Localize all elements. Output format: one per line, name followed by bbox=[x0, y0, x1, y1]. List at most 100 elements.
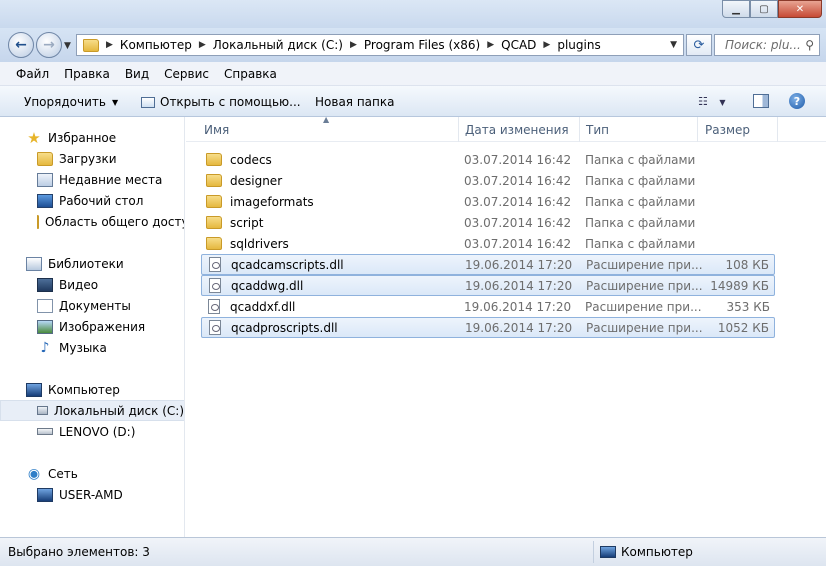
file-row[interactable]: qcadproscripts.dll 19.06.2014 17:20 Расшир… bbox=[201, 317, 775, 338]
breadcrumb-computer[interactable]: Компьютер bbox=[120, 38, 192, 52]
file-row[interactable]: qcadcamscripts.dll 19.06.2014 17:20 Расшир… bbox=[201, 254, 775, 275]
chevron-right-icon[interactable]: ▶ bbox=[487, 40, 494, 50]
nav-computer[interactable]: Компьютер bbox=[0, 379, 184, 400]
file-row[interactable]: sqldrivers 03.07.2014 16:42 Папка с файлам… bbox=[201, 233, 775, 254]
file-row[interactable]: designer 03.07.2014 16:42 Папка с файлами bbox=[201, 170, 775, 191]
file-type: Папка с файлами bbox=[585, 215, 696, 230]
open-with-button[interactable]: Открыть с помощью... bbox=[141, 95, 301, 109]
chevron-down-icon: ▼ bbox=[111, 97, 119, 107]
nav-downloads-label: Загрузки bbox=[59, 151, 117, 166]
nav-lenovo[interactable]: LENOVO (D:) bbox=[0, 421, 184, 442]
file-row[interactable]: codecs 03.07.2014 16:42 Папка с файлами bbox=[201, 149, 775, 170]
nav-music[interactable]: ♪ Музыка bbox=[0, 337, 184, 358]
close-button[interactable]: ✕ bbox=[778, 0, 822, 18]
nav-lenovo-label: LENOVO (D:) bbox=[59, 424, 136, 439]
computer-icon bbox=[26, 382, 42, 397]
organize-label: Упорядочить bbox=[24, 95, 106, 109]
column-date[interactable]: Дата изменения bbox=[465, 123, 569, 137]
folder-icon bbox=[206, 153, 222, 166]
star-icon: ★ bbox=[27, 128, 41, 147]
hard-drive-icon bbox=[37, 406, 48, 415]
nav-network-label: Сеть bbox=[48, 466, 78, 481]
file-date: 03.07.2014 16:42 bbox=[464, 173, 572, 188]
minimize-icon: ▁ bbox=[732, 3, 740, 15]
nav-favorites[interactable]: ★ Избранное bbox=[0, 127, 184, 148]
dll-file-icon bbox=[208, 299, 220, 314]
preview-pane-icon[interactable] bbox=[753, 94, 769, 108]
file-type: Папка с файлами bbox=[585, 152, 696, 167]
file-row[interactable]: script 03.07.2014 16:42 Папка с файлами bbox=[201, 212, 775, 233]
command-bar: Упорядочить ▼ Открыть с помощью... Новая … bbox=[0, 86, 826, 117]
file-size: 353 КБ bbox=[726, 299, 770, 314]
column-name[interactable]: Имя bbox=[204, 123, 229, 137]
application-icon bbox=[141, 96, 155, 108]
address-dropdown-icon[interactable]: ▼ bbox=[670, 40, 677, 50]
menu-edit[interactable]: Правка bbox=[64, 67, 110, 81]
file-name-cell: qcaddwg.dll bbox=[207, 278, 303, 293]
pictures-icon bbox=[37, 319, 53, 334]
chevron-right-icon[interactable]: ▶ bbox=[199, 40, 206, 50]
maximize-button[interactable]: ▢ bbox=[750, 0, 778, 18]
back-button[interactable]: ← bbox=[8, 32, 34, 58]
search-icon[interactable]: ⚲ bbox=[805, 38, 814, 52]
breadcrumb-plugins[interactable]: plugins bbox=[557, 38, 600, 52]
organize-button[interactable]: Упорядочить ▼ bbox=[24, 95, 118, 109]
menu-help[interactable]: Справка bbox=[224, 67, 277, 81]
nav-user-amd-label: USER-AMD bbox=[59, 487, 123, 502]
nav-desktop[interactable]: Рабочий стол bbox=[0, 190, 184, 211]
open-with-label: Открыть с помощью... bbox=[160, 95, 301, 109]
nav-images[interactable]: Изображения bbox=[0, 316, 184, 337]
nav-local-disk[interactable]: Локальный диск (C:) bbox=[0, 400, 184, 421]
nav-network[interactable]: ◉ Сеть bbox=[0, 463, 184, 484]
search-placeholder: Поиск: plu... bbox=[725, 38, 801, 52]
chevron-right-icon[interactable]: ▶ bbox=[350, 40, 357, 50]
refresh-button[interactable]: ⟳ bbox=[686, 34, 712, 56]
new-folder-button[interactable]: Новая папка bbox=[315, 95, 394, 109]
folder-icon bbox=[206, 195, 222, 208]
breadcrumb-qcad[interactable]: QCAD bbox=[501, 38, 536, 52]
column-divider[interactable] bbox=[697, 117, 698, 142]
nav-desktop-label: Рабочий стол bbox=[59, 193, 144, 208]
breadcrumb-program-files[interactable]: Program Files (x86) bbox=[364, 38, 480, 52]
nav-libraries[interactable]: Библиотеки bbox=[0, 253, 184, 274]
address-bar[interactable]: ▶ Компьютер ▶ Локальный диск (C:) ▶ Prog… bbox=[76, 34, 684, 56]
menu-view[interactable]: Вид bbox=[125, 67, 149, 81]
nav-shared[interactable]: Область общего досту bbox=[0, 211, 184, 232]
file-row[interactable]: imageformats 03.07.2014 16:42 Папка с файл… bbox=[201, 191, 775, 212]
chevron-right-icon[interactable]: ▶ bbox=[106, 40, 113, 50]
maximize-icon: ▢ bbox=[759, 3, 769, 15]
menu-tools[interactable]: Сервис bbox=[164, 67, 209, 81]
new-folder-label: Новая папка bbox=[315, 95, 395, 109]
column-type[interactable]: Тип bbox=[586, 123, 609, 137]
column-divider[interactable] bbox=[579, 117, 580, 142]
file-row[interactable]: qcaddwg.dll 19.06.2014 17:20 Расширение пр… bbox=[201, 275, 775, 296]
libraries-icon bbox=[26, 256, 42, 271]
nav-documents[interactable]: Документы bbox=[0, 295, 184, 316]
column-divider[interactable] bbox=[777, 117, 778, 142]
search-input[interactable]: Поиск: plu... ⚲ bbox=[714, 34, 820, 56]
network-computer-icon bbox=[37, 487, 53, 502]
drive-icon bbox=[37, 428, 53, 435]
desktop-icon bbox=[37, 193, 53, 208]
file-size: 1052 КБ bbox=[717, 320, 769, 335]
nav-video[interactable]: Видео bbox=[0, 274, 184, 295]
navigation-pane: ★ Избранное Загрузки Недавние места Рабоч… bbox=[0, 117, 185, 537]
file-type: Расширение при... bbox=[586, 257, 703, 272]
view-options-button[interactable]: ☷ ▼ bbox=[698, 95, 726, 108]
history-dropdown-icon[interactable]: ▼ bbox=[64, 41, 71, 51]
column-size[interactable]: Размер bbox=[705, 123, 750, 137]
nav-user-amd[interactable]: USER-AMD bbox=[0, 484, 184, 505]
nav-recent-label: Недавние места bbox=[59, 172, 163, 187]
file-row[interactable]: qcaddxf.dll 19.06.2014 17:20 Расширение пр… bbox=[201, 296, 775, 317]
file-name: qcadproscripts.dll bbox=[231, 320, 338, 335]
chevron-right-icon[interactable]: ▶ bbox=[543, 40, 550, 50]
menu-file[interactable]: Файл bbox=[16, 67, 49, 81]
help-icon[interactable]: ? bbox=[789, 93, 805, 109]
column-divider[interactable] bbox=[458, 117, 459, 142]
minimize-button[interactable]: ▁ bbox=[722, 0, 750, 18]
explorer-window: ▁ ▢ ✕ ← → ▼ ▶ Компьютер ▶ Локальный диск… bbox=[0, 0, 826, 566]
breadcrumb-local-disk[interactable]: Локальный диск (C:) bbox=[213, 38, 343, 52]
nav-recent[interactable]: Недавние места bbox=[0, 169, 184, 190]
nav-downloads[interactable]: Загрузки bbox=[0, 148, 184, 169]
forward-button[interactable]: → bbox=[36, 32, 62, 58]
